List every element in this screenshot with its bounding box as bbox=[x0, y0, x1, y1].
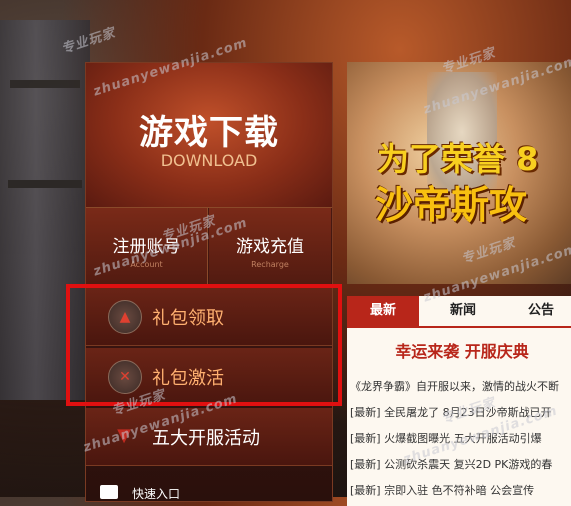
download-subtitle: DOWNLOAD bbox=[160, 151, 258, 170]
tab-announcement[interactable]: 公告 bbox=[505, 296, 571, 326]
tab-latest[interactable]: 最新 bbox=[347, 296, 419, 326]
quick-entry-label: 快速入口 bbox=[132, 487, 181, 501]
highlight-box bbox=[66, 284, 342, 406]
news-item[interactable]: [最新] 宗即入驻 色不符补暗 公会宣传 bbox=[350, 478, 571, 504]
news-item[interactable]: [最新] 公测砍杀震天 复兴2D PK游戏的春 bbox=[350, 452, 571, 478]
banner-line2: 沙帝斯攻 bbox=[375, 183, 528, 227]
news-item[interactable]: 《龙界争霸》自开服以来，激情的战火不断 bbox=[350, 374, 571, 400]
recharge-sublabel: Recharge bbox=[251, 260, 289, 269]
quick-entry[interactable]: 快速入口 bbox=[86, 473, 332, 503]
download-title: 游戏下载 bbox=[139, 113, 279, 153]
news-panel: 最新 新闻 公告 幸运来袭 开服庆典 《龙界争霸》自开服以来，激情的战火不断 [… bbox=[347, 296, 571, 506]
news-tabs: 最新 新闻 公告 bbox=[347, 296, 571, 328]
news-headline[interactable]: 幸运来袭 开服庆典 bbox=[347, 338, 571, 362]
